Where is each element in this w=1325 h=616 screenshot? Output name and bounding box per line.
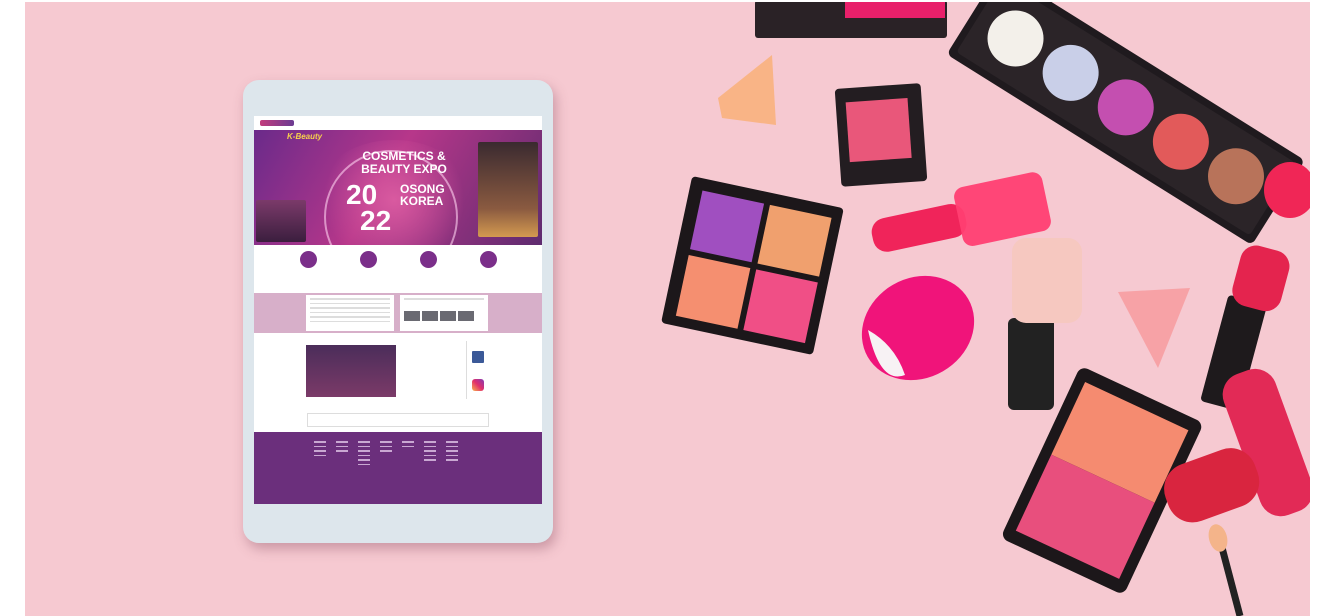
makeup-sponge (1118, 288, 1190, 368)
makeup-sponge (718, 55, 776, 125)
eyeshadow-quad (661, 176, 844, 355)
blush-compact-small (834, 83, 928, 187)
beauty-blender (861, 275, 975, 381)
product-mockup-photo: K-Beauty COSMETICS & BEAUTY EXPO 20 22 O… (0, 0, 1325, 616)
nail-polish-upright (1008, 238, 1082, 410)
eyeshadow-applicator (1208, 524, 1244, 616)
lipstick-cap-top (1264, 162, 1316, 218)
cosmetics-props (661, 0, 1316, 616)
